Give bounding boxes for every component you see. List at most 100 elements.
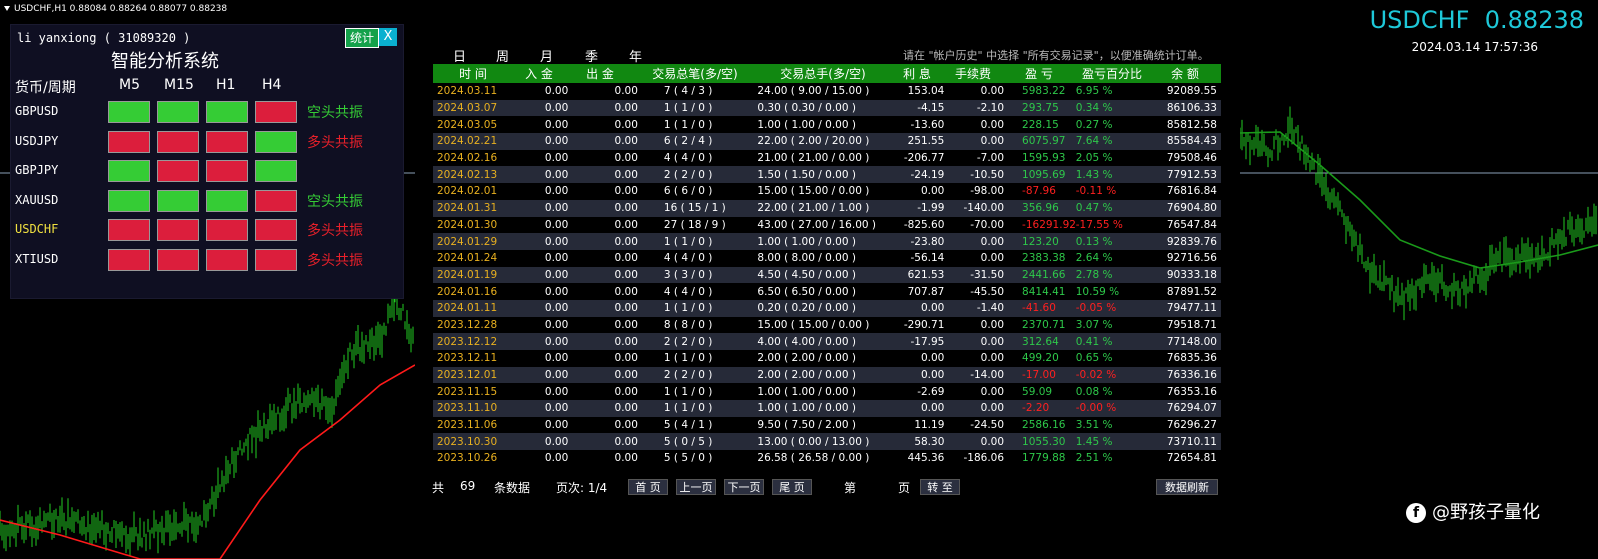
table-cell: 499.20: [1022, 352, 1059, 365]
table-cell: 0.00: [980, 235, 1005, 248]
tab-quarter[interactable]: 季: [585, 46, 598, 65]
table-cell: 76816.84: [1166, 185, 1217, 198]
table-cell: -0.11 %: [1075, 185, 1117, 198]
table-cell: 0.00: [614, 369, 638, 382]
table-cell: 2024.02.01: [437, 185, 498, 198]
table-cell: 6 ( 2 / 4 ): [663, 135, 713, 148]
th-swap: 利 息: [903, 67, 931, 81]
table-cell: 2024.01.16: [437, 285, 498, 298]
table-cell: 1095.69: [1022, 168, 1066, 181]
table-cell: 0.47 %: [1075, 202, 1113, 215]
table-row: 2023.12.12 0.00 0.00 2 ( 2 / 0 ) 4.00 ( 4.00…: [433, 333, 1221, 350]
dropdown-icon[interactable]: [4, 6, 10, 11]
table-cell: -186.06: [963, 452, 1005, 465]
price-chart-right[interactable]: [1240, 0, 1598, 559]
table-cell: 6.50 ( 6.50 / 0.00 ): [757, 285, 856, 298]
table-cell: 1779.88: [1022, 452, 1066, 465]
signal-cell: [157, 248, 199, 271]
table-cell: 1.00 ( 1.00 / 0.00 ): [757, 118, 856, 131]
tab-year[interactable]: 年: [629, 46, 642, 65]
table-cell: 0.00: [544, 218, 569, 231]
signal-row-symbol: XTIUSD: [15, 251, 59, 266]
table-cell: -825.60: [903, 218, 945, 231]
table-cell: 76904.80: [1166, 202, 1217, 215]
table-row: 2023.10.30 0.00 0.00 5 ( 0 / 5 ) 13.00 ( 0.0…: [433, 433, 1221, 451]
table-cell: 0.00: [614, 252, 638, 265]
table-row: 2024.03.05 0.00 0.00 1 ( 1 / 0 ) 1.00 ( 1.00…: [433, 116, 1221, 134]
table-cell: 5 ( 4 / 1 ): [663, 419, 713, 432]
th-profit-pct: 盈亏百分比: [1081, 67, 1142, 81]
table-cell: 2023.11.06: [437, 419, 498, 432]
table-cell: -14.00: [970, 369, 1005, 382]
table-cell: -7.00: [976, 152, 1005, 165]
next-page-button[interactable]: 下一页: [724, 479, 764, 495]
signal-cell: [206, 101, 248, 123]
resonance-signal: 多头共振: [307, 252, 363, 269]
table-cell: -16291.92: [1022, 218, 1076, 231]
table-cell: -2.20: [1022, 402, 1050, 415]
table-cell: 2023.10.26: [437, 452, 498, 465]
table-cell: 0.00: [544, 285, 569, 298]
table-cell: 0.65 %: [1075, 352, 1113, 365]
col-header-h4: H4: [262, 77, 282, 93]
col-header-h1: H1: [216, 77, 236, 93]
table-row: 2024.01.24 0.00 0.00 4 ( 4 / 0 ) 8.00 ( 8.00…: [433, 249, 1221, 267]
table-cell: 3.07 %: [1075, 318, 1113, 331]
table-cell: 0.00: [980, 402, 1005, 415]
goto-suffix: 页: [898, 481, 911, 495]
tab-week[interactable]: 周: [496, 46, 509, 65]
first-page-button[interactable]: 首 页: [628, 479, 668, 495]
table-cell: 72654.81: [1166, 452, 1217, 465]
table-cell: -17.00: [1022, 369, 1056, 382]
last-page-button[interactable]: 尾 页: [772, 479, 812, 495]
table-cell: 15.00 ( 15.00 / 0.00 ): [757, 185, 870, 198]
stat-button[interactable]: 统计: [345, 28, 379, 48]
table-cell: 228.15: [1022, 118, 1059, 131]
table-cell: 2.00 ( 2.00 / 0.00 ): [757, 352, 856, 365]
table-cell: 2024.01.11: [437, 302, 498, 315]
prev-page-button[interactable]: 上一页: [676, 479, 716, 495]
table-cell: -1.99: [917, 202, 945, 215]
table-cell: 2023.11.10: [437, 402, 498, 415]
table-cell: 0.00: [980, 118, 1005, 131]
table-cell: 2023.11.15: [437, 385, 498, 398]
table-cell: 707.87: [907, 285, 945, 298]
th-profit: 盈 亏: [1025, 67, 1053, 81]
table-cell: 0.00: [614, 168, 638, 181]
signal-cell: [206, 219, 248, 241]
table-cell: 1 ( 1 / 0 ): [663, 102, 713, 115]
table-cell: 2370.71: [1022, 318, 1066, 331]
table-cell: 0.00: [614, 218, 638, 231]
pager-total: 69: [460, 479, 476, 493]
tab-day[interactable]: 日: [453, 46, 466, 65]
table-cell: 1 ( 1 / 0 ): [663, 385, 713, 398]
table-cell: 5983.22: [1022, 85, 1066, 98]
table-cell: 1 ( 1 / 0 ): [663, 402, 713, 415]
signal-cell: [206, 248, 248, 271]
table-cell: -87.96: [1022, 185, 1056, 198]
table-cell: 92716.56: [1166, 252, 1217, 265]
close-button[interactable]: X: [379, 28, 397, 46]
table-cell: 0.00: [614, 268, 638, 281]
signal-cell: [157, 130, 199, 153]
goto-button[interactable]: 转 至: [920, 479, 960, 495]
server-time: 2024.03.14 17:57:36: [1411, 40, 1538, 54]
table-row: 2024.01.29 0.00 0.00 1 ( 1 / 0 ) 1.00 ( 1.00…: [433, 233, 1221, 250]
signal-cell: [108, 130, 150, 153]
table-row: 2024.03.07 0.00 0.00 1 ( 1 / 0 ) 0.30 ( 0.30…: [433, 99, 1221, 117]
tab-month[interactable]: 月: [540, 46, 553, 65]
refresh-button[interactable]: 数据刷新: [1156, 479, 1218, 495]
table-cell: 0.00: [614, 135, 638, 148]
table-cell: 58.30: [914, 435, 945, 448]
table-cell: 0.00: [980, 252, 1005, 265]
table-cell: -41.60: [1022, 302, 1056, 315]
table-cell: 0.00: [980, 335, 1005, 348]
table-cell: 2024.01.19: [437, 268, 498, 281]
table-cell: 0.00: [544, 452, 569, 465]
brand-watermark: f @野孩子量化: [1406, 498, 1540, 524]
table-cell: 1.00 ( 1.00 / 0.00 ): [757, 235, 856, 248]
table-row: 2023.12.11 0.00 0.00 1 ( 1 / 0 ) 2.00 ( 2.00…: [433, 350, 1221, 367]
table-cell: 2024.02.13: [437, 168, 498, 181]
chart-symbol-header: USDCHF,H1 0.88084 0.88264 0.88077 0.8823…: [4, 4, 227, 14]
table-cell: -0.02 %: [1075, 369, 1117, 382]
